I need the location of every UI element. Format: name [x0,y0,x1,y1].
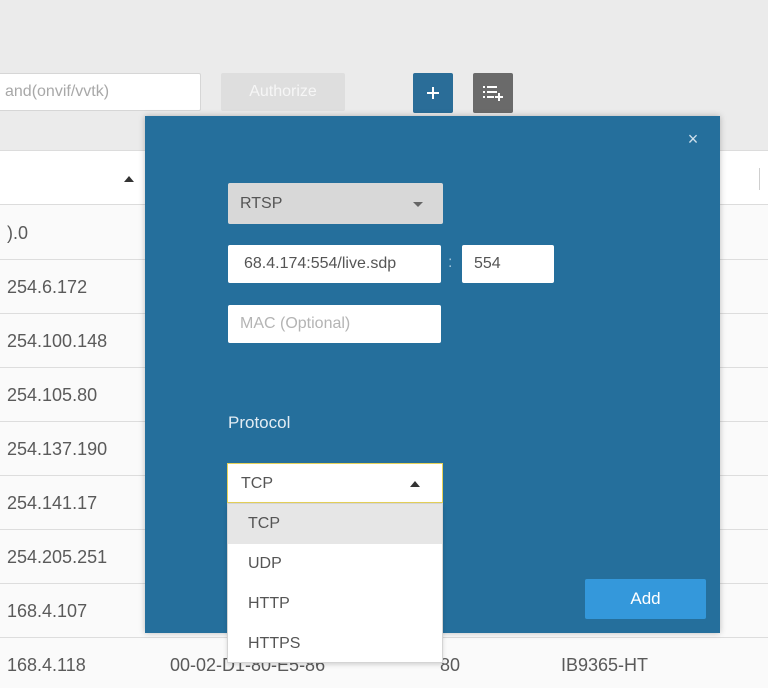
chevron-down-icon [413,202,423,207]
ip-cell: ).0 [7,223,29,243]
mac-input[interactable]: MAC (Optional) [228,305,441,343]
ip-cell: 168.4.118 [7,655,86,675]
protocol-option-tcp[interactable]: TCP [228,504,442,544]
sort-ascending-icon[interactable] [124,176,134,182]
ip-cell: 254.105.80 [7,385,98,405]
import-list-button[interactable] [473,73,513,113]
ip-cell: 254.100.148 [7,331,108,351]
protocol-option-https[interactable]: HTTPS [228,624,442,664]
ip-cell: 254.137.190 [7,439,108,459]
stream-type-value: RTSP [240,195,283,212]
stream-type-select[interactable]: RTSP [228,183,443,224]
add-device-button[interactable] [413,73,453,113]
protocol-select[interactable]: TCP [227,463,443,503]
add-button[interactable]: Add [585,579,706,619]
stream-url-input[interactable]: 68.4.174:554/live.sdp [228,245,441,283]
ip-cell: 254.205.251 [7,547,108,567]
credential-input[interactable]: and(onvif/vvtk) [0,73,201,111]
list-add-icon [483,86,503,101]
close-icon[interactable]: × [685,130,701,148]
ip-cell: 254.141.17 [7,493,98,513]
protocol-label: Protocol [228,413,291,432]
protocol-option-http[interactable]: HTTP [228,584,442,624]
protocol-value: TCP [241,475,273,492]
protocol-option-udp[interactable]: UDP [228,544,442,584]
port-separator: : [448,254,453,271]
chevron-up-icon [410,481,420,487]
column-divider [759,168,760,190]
protocol-dropdown: TCP UDP HTTP HTTPS [227,503,443,663]
ip-cell: 168.4.107 [7,601,88,621]
authorize-button[interactable]: Authorize [221,73,345,111]
model-cell: IB9365-HT [561,655,649,675]
plus-icon [427,87,439,99]
ip-cell: 254.6.172 [7,277,88,297]
port-input[interactable]: 554 [462,245,554,283]
port-cell: 80 [440,655,461,675]
